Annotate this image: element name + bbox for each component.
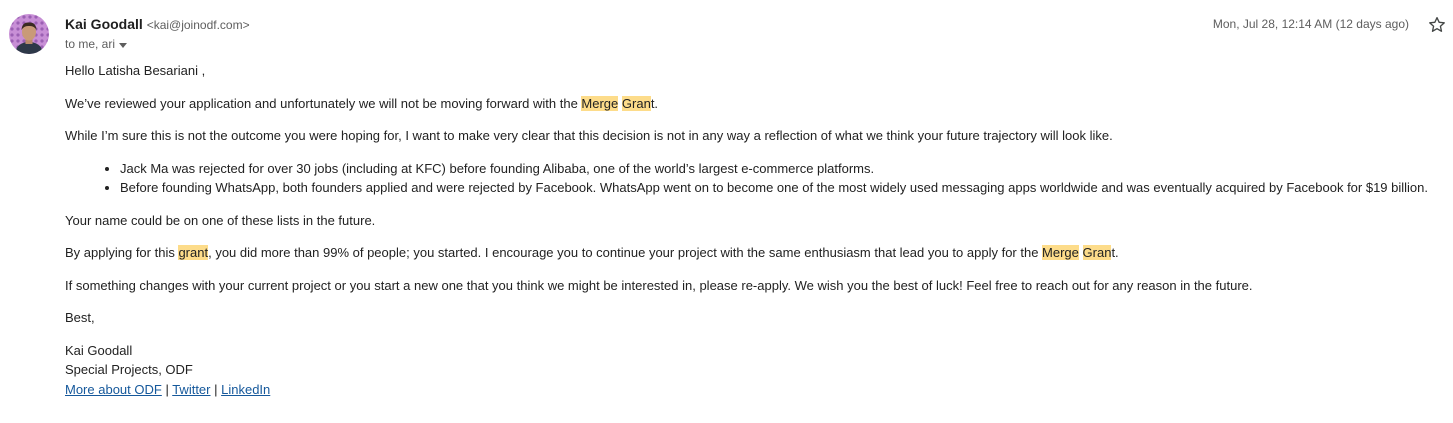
star-button[interactable] — [1427, 15, 1447, 35]
avatar-image — [9, 14, 49, 54]
twitter-link[interactable]: Twitter — [172, 382, 210, 397]
more-about-odf-link[interactable]: More about ODF — [65, 382, 162, 397]
sender-name[interactable]: Kai Goodall — [65, 16, 143, 32]
p4-suffix: t. — [1111, 245, 1119, 260]
search-highlight: grant — [178, 245, 209, 260]
paragraph-1: We’ve reviewed your application and unfo… — [65, 94, 1445, 114]
paragraph-2: While I’m sure this is not the outcome y… — [65, 128, 1113, 143]
paragraph-4: By applying for this grant, you did more… — [65, 243, 1445, 263]
link-separator: | — [161, 381, 173, 397]
star-outline-icon — [1429, 17, 1445, 32]
signature-links: More about ODF | Twitter | LinkedIn — [65, 380, 1445, 400]
greeting: Hello Latisha Besariani , — [65, 63, 206, 78]
paragraph-3: Your name could be on one of these lists… — [65, 212, 376, 228]
signature-name: Kai Goodall — [65, 342, 133, 358]
p1-text: We’ve reviewed your application and unfo… — [65, 95, 582, 111]
search-highlight: Gran — [621, 95, 651, 111]
p4-space — [1079, 245, 1083, 260]
closing: Best, — [65, 310, 95, 325]
list-item: Jack Ma was rejected for over 30 jobs (i… — [120, 159, 1445, 179]
recipients-text: to me, ari — [65, 37, 116, 51]
recipients-toggle[interactable]: to me, ari — [65, 37, 250, 51]
email-header: Kai Goodall <kai@joinodf.com> to me, ari — [65, 15, 250, 51]
search-highlight: Gran — [1082, 245, 1112, 260]
linkedin-link[interactable]: LinkedIn — [221, 382, 270, 397]
examples-list: Jack Ma was rejected for over 30 jobs (i… — [65, 159, 1445, 198]
list-item: Before founding WhatsApp, both founders … — [120, 178, 1445, 198]
chevron-down-icon[interactable] — [119, 42, 128, 48]
search-highlight: Merge — [1042, 245, 1079, 260]
email-body: Hello Latisha Besariani , We’ve reviewed… — [65, 61, 1445, 399]
paragraph-5: If something changes with your current p… — [65, 277, 1253, 293]
sender-avatar[interactable] — [9, 14, 49, 54]
p4-middle: , you did more than 99% of people; you s… — [208, 245, 1043, 260]
p4-text: By applying for this — [65, 245, 179, 260]
p1-suffix: t. — [650, 95, 659, 111]
sender-line: Kai Goodall <kai@joinodf.com> — [65, 15, 250, 34]
signature-title: Special Projects, ODF — [65, 362, 193, 377]
search-highlight: Merge — [581, 95, 619, 111]
link-separator: | — [210, 381, 222, 397]
email-date: Mon, Jul 28, 12:14 AM (12 days ago) — [1212, 17, 1409, 31]
sender-email: <kai@joinodf.com> — [146, 18, 250, 32]
